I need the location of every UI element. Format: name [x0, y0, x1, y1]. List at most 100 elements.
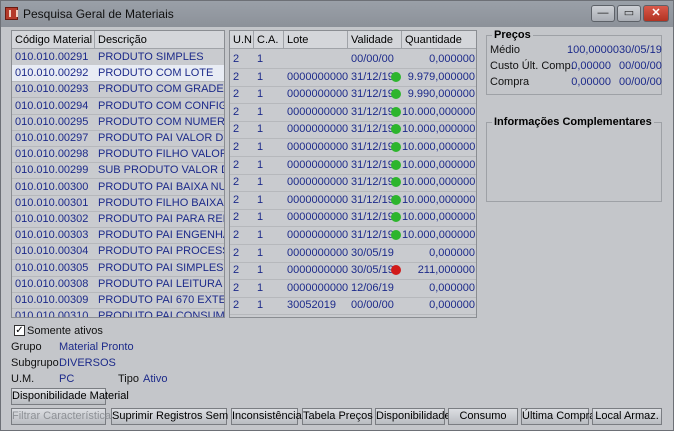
lot-quantidade-cell[interactable]: 0,000000 [402, 280, 476, 296]
material-description-cell[interactable]: PRODUTO PAI CONSUMO DE TERCEIROS [95, 308, 224, 317]
column-header-lote[interactable]: Lote [284, 31, 348, 49]
material-code-cell[interactable]: 010.010.00308 [12, 276, 95, 292]
lot-validade-cell[interactable]: 30/05/19 [348, 262, 394, 278]
material-row[interactable]: 010.010.00293 PRODUTO COM GRADE [12, 81, 224, 97]
material-row[interactable]: 010.010.00297PRODUTO PAI VALOR DE MERCAD… [12, 130, 224, 146]
lot-ca-cell[interactable]: 1 [254, 209, 284, 225]
close-button[interactable]: ✕ [643, 5, 669, 22]
lot-un-cell[interactable]: 2 [230, 174, 254, 190]
column-header-un[interactable]: U.N. [230, 31, 254, 49]
lot-validade-cell[interactable]: 31/12/19 [348, 192, 394, 208]
lot-quantidade-cell[interactable]: 10.000,000000 [402, 157, 476, 173]
lot-un-cell[interactable]: 2 [230, 297, 254, 313]
lot-ca-cell[interactable]: 1 [254, 51, 284, 67]
lot-row[interactable]: 2 1 00/00/00 0,000000 [230, 51, 476, 68]
suprimir-registros-button[interactable]: Suprimir Registros Sem Saldo [111, 408, 259, 425]
lot-quantidade-cell[interactable]: 10.000,000000 [402, 227, 476, 243]
disponibilidade-material-button[interactable]: Disponibilidade Material [11, 388, 129, 405]
lot-un-cell[interactable]: 2 [230, 192, 254, 208]
lot-validade-cell[interactable]: 00/00/00 [348, 297, 394, 313]
lot-validade-cell[interactable]: 00/00/00 [348, 51, 394, 67]
material-code-cell[interactable]: 010.010.00292 [12, 65, 95, 81]
lot-row[interactable]: 2 1 30052019 00/00/00 0,000000 [230, 297, 476, 314]
lot-validade-cell[interactable]: 31/12/19 [348, 104, 394, 120]
lot-lote-cell[interactable]: 0000000000000000 [284, 192, 348, 208]
lot-quantidade-cell[interactable]: 9.990,000000 [402, 86, 476, 102]
column-header-descricao[interactable]: Descrição [95, 31, 224, 49]
lot-ca-cell[interactable]: 1 [254, 262, 284, 278]
material-row[interactable]: 010.010.00300PRODUTO PAI BAIXA NULA POR [12, 179, 224, 195]
somente-ativos-checkbox[interactable]: ✓ [14, 325, 25, 336]
lot-ca-cell[interactable]: 1 [254, 157, 284, 173]
lot-un-cell[interactable]: 2 [230, 157, 254, 173]
material-row[interactable]: 010.010.00299SUB PRODUTO VALOR DE MERCAD… [12, 162, 224, 178]
local-armaz-button[interactable]: Local Armaz. [592, 408, 662, 425]
material-code-cell[interactable]: 010.010.00303 [12, 227, 95, 243]
tabela-precos-button[interactable]: Tabela Preços [302, 408, 373, 425]
material-code-cell[interactable]: 010.010.00309 [12, 292, 95, 308]
ultima-compra-button[interactable]: Última Compra [521, 408, 595, 425]
material-description-cell[interactable]: PRODUTO COM GRADE [95, 81, 224, 97]
material-description-cell[interactable]: PRODUTO PAI ENGENHARIA VAR [95, 227, 224, 243]
lot-row[interactable]: 21000000000000000031/12/19 10.000,000000 [230, 174, 476, 191]
lot-validade-cell[interactable]: 31/12/19 [348, 209, 394, 225]
lot-validade-cell[interactable]: 12/06/19 [348, 280, 394, 296]
lot-quantidade-cell[interactable]: 0,000000 [402, 245, 476, 261]
lot-un-cell[interactable]: 2 [230, 104, 254, 120]
material-row[interactable]: 010.010.00309PRODUTO PAI 670 EXTERNO [12, 292, 224, 308]
inconsistencias-button[interactable]: Inconsistências [231, 408, 307, 425]
material-row[interactable]: 010.010.00305 PRODUTO PAI SIMPLES [12, 260, 224, 276]
material-row[interactable]: 010.010.00292 PRODUTO COM LOTE [12, 65, 224, 82]
material-code-cell[interactable]: 010.010.00301 [12, 195, 95, 211]
lot-lote-cell[interactable]: 0000000000000000 [284, 86, 348, 102]
lot-quantidade-cell[interactable]: 0,000000 [402, 297, 476, 313]
lot-validade-cell[interactable]: 30/05/19 [348, 245, 394, 261]
lot-validade-cell[interactable]: 31/12/19 [348, 139, 394, 155]
lot-un-cell[interactable]: 2 [230, 280, 254, 296]
material-description-cell[interactable]: PRODUTO PAI SIMPLES [95, 260, 224, 276]
lot-row[interactable]: 21000000000000000031/12/19 10.000,000000 [230, 139, 476, 156]
material-row[interactable]: 010.010.00310PRODUTO PAI CONSUMO DE TERC… [12, 308, 224, 317]
lot-lote-cell[interactable]: 0000000000000000 [284, 227, 348, 243]
material-code-cell[interactable]: 010.010.00304 [12, 243, 95, 259]
lot-quantidade-cell[interactable]: 0,000000 [402, 51, 476, 67]
lot-row[interactable]: 21000000000000000031/12/19 9.979,000000 [230, 69, 476, 86]
material-row[interactable]: 010.010.00291 PRODUTO SIMPLES [12, 49, 224, 65]
material-code-cell[interactable]: 010.010.00298 [12, 146, 95, 162]
material-row[interactable]: 010.010.00308PRODUTO PAI LEITURA INTERNA [12, 276, 224, 292]
lot-ca-cell[interactable]: 1 [254, 280, 284, 296]
lot-un-cell[interactable]: 2 [230, 139, 254, 155]
lot-ca-cell[interactable]: 1 [254, 139, 284, 155]
material-description-cell[interactable]: PRODUTO COM LOTE [95, 65, 224, 81]
column-header-codigo[interactable]: Código Material [12, 31, 95, 49]
material-code-cell[interactable]: 010.010.00305 [12, 260, 95, 276]
material-row[interactable]: 010.010.00301PRODUTO FILHO BAIXA NULA PO… [12, 195, 224, 211]
material-description-cell[interactable]: PRODUTO COM NUMERO DE SERIE [95, 114, 224, 130]
lot-un-cell[interactable]: 2 [230, 51, 254, 67]
lot-lote-cell[interactable]: 0000000000000001 [284, 262, 348, 278]
lot-quantidade-cell[interactable]: 10.000,000000 [402, 121, 476, 137]
material-code-cell[interactable]: 010.010.00294 [12, 98, 95, 114]
minimize-button[interactable]: — [591, 5, 615, 22]
lot-lote-cell[interactable]: 0000000000000000 [284, 69, 348, 85]
material-description-cell[interactable]: PRODUTO PAI LEITURA INTERNA [95, 276, 224, 292]
material-description-cell[interactable]: PRODUTO PAI BAIXA NULA POR [95, 179, 224, 195]
material-row[interactable]: 010.010.00304PRODUTO PAI PROCESSO EXTERN… [12, 243, 224, 259]
column-header-quantidade[interactable]: Quantidade [402, 31, 476, 49]
material-description-cell[interactable]: PRODUTO PAI PROCESSO EXTERNO [95, 243, 224, 259]
material-code-cell[interactable]: 010.010.00297 [12, 130, 95, 146]
column-header-ca[interactable]: C.A. [254, 31, 284, 49]
lot-validade-cell[interactable]: 31/12/19 [348, 227, 394, 243]
material-description-cell[interactable]: PRODUTO FILHO VALOR DE MERCADO [95, 146, 224, 162]
lot-ca-cell[interactable]: 1 [254, 174, 284, 190]
column-header-validade[interactable]: Validade [348, 31, 402, 49]
consumo-button[interactable]: Consumo [448, 408, 518, 425]
material-code-cell[interactable]: 010.010.00300 [12, 179, 95, 195]
material-row[interactable]: 010.010.00295PRODUTO COM NUMERO DE SERIE [12, 114, 224, 130]
material-code-cell[interactable]: 010.010.00310 [12, 308, 95, 317]
lot-lote-cell[interactable]: 0000000000000000 [284, 209, 348, 225]
filtrar-caracteristicas-button[interactable]: Filtrar Características [11, 408, 117, 425]
lot-lote-cell[interactable]: 0000000000000000 [284, 139, 348, 155]
material-row[interactable]: 010.010.00302PRODUTO PAI PARA REPARO [12, 211, 224, 227]
material-row[interactable]: 010.010.00298PRODUTO FILHO VALOR DE MERC… [12, 146, 224, 162]
